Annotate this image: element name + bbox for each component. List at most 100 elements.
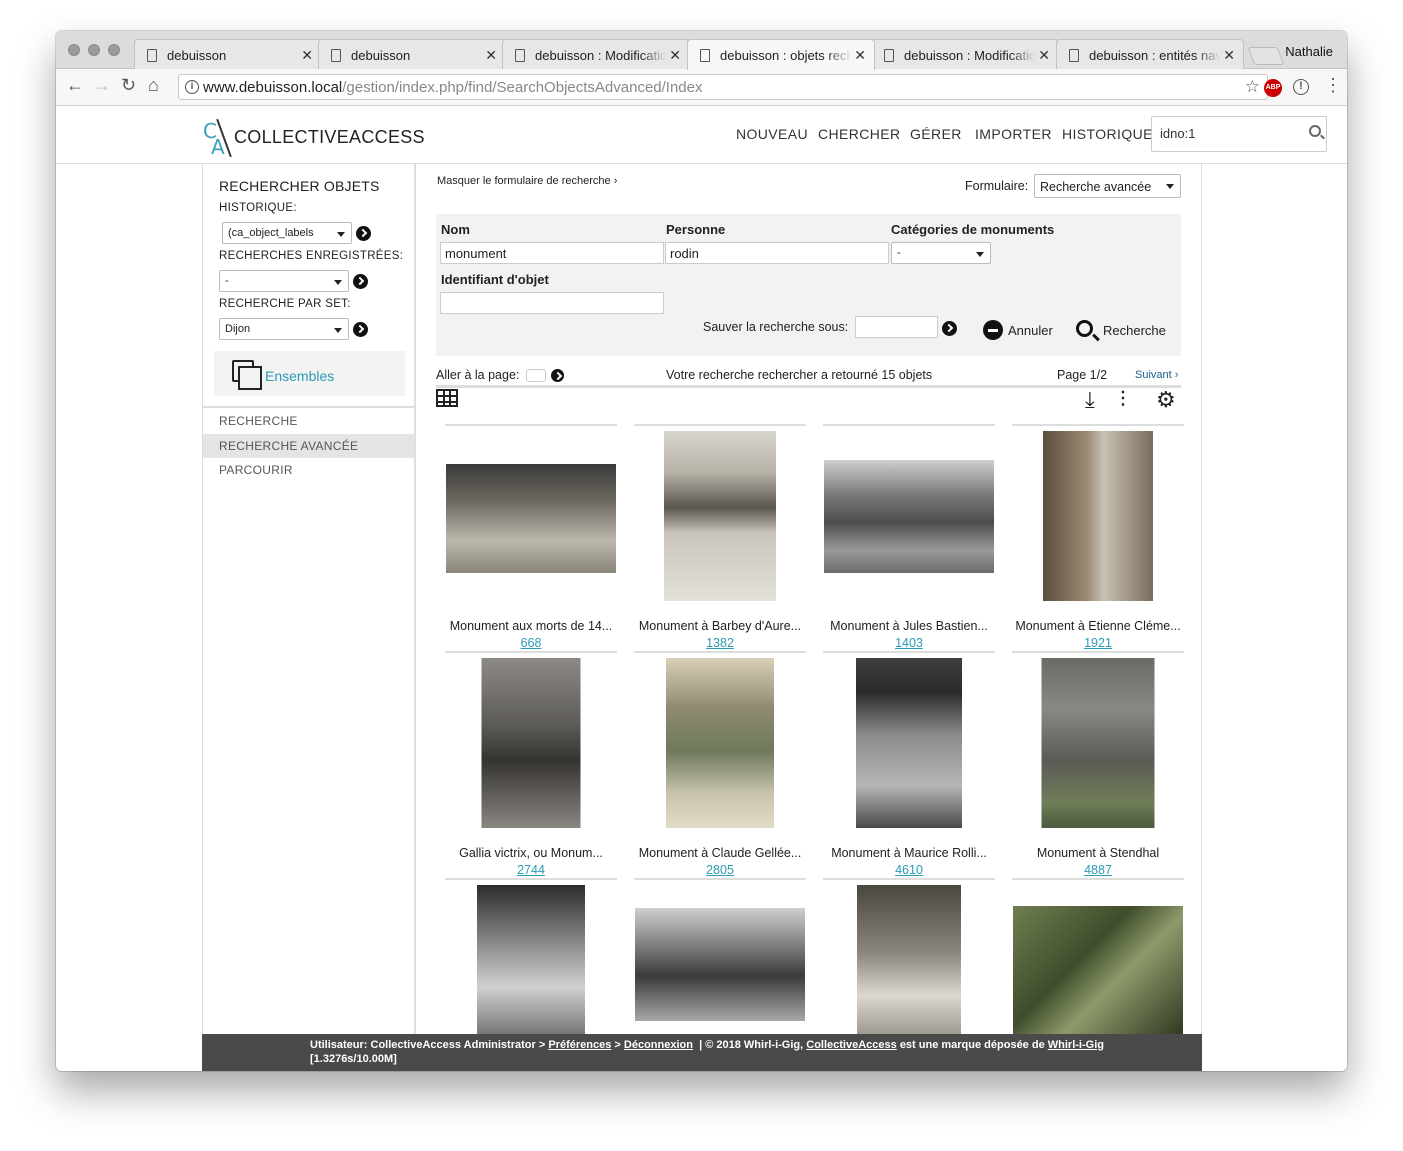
close-tab-icon[interactable]: ✕ (485, 47, 497, 64)
result-idno-link[interactable]: 4610 (823, 863, 995, 877)
set-select[interactable]: Dijon (219, 318, 349, 340)
ensembles-link[interactable]: Ensembles (214, 351, 405, 396)
identifiant-input[interactable] (440, 292, 664, 314)
result-idno-link[interactable]: 2744 (445, 863, 617, 877)
result-card[interactable]: Monument à Etienne Cléme... 1921 (1012, 424, 1184, 650)
result-card[interactable]: Monument à Claude Gellée... 2805 (634, 651, 806, 877)
close-tab-icon[interactable]: ✕ (1223, 47, 1235, 64)
result-thumbnail[interactable] (481, 658, 581, 828)
info-icon[interactable]: i (185, 80, 199, 94)
browser-tab[interactable]: debuisson ✕ (134, 39, 322, 70)
forward-arrow-icon[interactable]: → (93, 75, 111, 96)
nav-chercher[interactable]: CHERCHER (818, 126, 901, 142)
result-thumbnail[interactable] (1041, 658, 1155, 828)
grid-view-icon[interactable] (436, 389, 458, 407)
search-icon[interactable] (1309, 125, 1321, 137)
result-card[interactable]: Monument à Barbey d'Aure... 1382 (634, 424, 806, 650)
maximize-window-button[interactable] (108, 44, 120, 56)
result-thumbnail[interactable] (635, 908, 805, 1021)
result-thumbnail[interactable] (857, 885, 961, 1055)
close-tab-icon[interactable]: ✕ (669, 47, 681, 64)
gear-icon[interactable]: ⚙ (1156, 387, 1176, 413)
result-card[interactable]: Gallia victrix, ou Monum... 2744 (445, 651, 617, 877)
sidebar-item-parcourir[interactable]: PARCOURIR (203, 458, 415, 482)
result-thumbnail[interactable] (1043, 431, 1153, 601)
close-window-button[interactable] (68, 44, 80, 56)
cancel-icon[interactable] (983, 320, 1003, 340)
close-tab-icon[interactable]: ✕ (854, 47, 866, 64)
nom-input[interactable]: monument (440, 242, 664, 264)
sliders-icon[interactable]: ⫶ (1120, 387, 1126, 413)
personne-input[interactable]: rodin (665, 242, 889, 264)
result-thumbnail[interactable] (824, 460, 994, 573)
result-idno-link[interactable]: 668 (445, 636, 617, 650)
go-arrow-icon[interactable] (353, 274, 368, 289)
search-button[interactable]: Recherche (1103, 323, 1166, 338)
reload-icon[interactable]: ↻ (121, 75, 136, 96)
result-idno-link[interactable]: 1403 (823, 636, 995, 650)
result-title: Monument à Jules Bastien... (830, 619, 988, 633)
result-thumbnail[interactable] (1013, 906, 1183, 1034)
search-icon[interactable] (1076, 320, 1093, 337)
cancel-button[interactable]: Annuler (1008, 323, 1053, 338)
set-search-label: RECHERCHE PAR SET: (219, 298, 351, 310)
goto-page-input[interactable] (526, 369, 546, 382)
collectiveaccess-logo[interactable]: C A COLLECTIVEACCESS (201, 118, 425, 159)
result-thumbnail[interactable] (477, 885, 585, 1055)
saved-searches-select[interactable]: - (219, 270, 349, 292)
result-thumbnail[interactable] (664, 431, 776, 601)
next-page-link[interactable]: Suivant › (1135, 369, 1178, 381)
sidebar-item-recherche[interactable]: RECHERCHE (203, 409, 415, 433)
quick-search-input[interactable]: idno:1 (1151, 116, 1327, 152)
result-card[interactable]: Monument à Jules Bastien... 1403 (823, 424, 995, 650)
close-tab-icon[interactable]: ✕ (1038, 47, 1050, 64)
result-thumbnail[interactable] (666, 658, 774, 828)
new-tab-button[interactable] (1247, 47, 1285, 65)
browser-tab[interactable]: debuisson : entités nav ✕ (1056, 39, 1244, 70)
extension-icon[interactable]: ! (1293, 79, 1309, 95)
result-card[interactable]: Monument à Stendhal 4887 (1012, 651, 1184, 877)
logout-link[interactable]: Déconnexion (624, 1039, 693, 1051)
result-thumbnail[interactable] (446, 464, 616, 573)
hide-form-link[interactable]: Masquer le formulaire de recherche › (437, 175, 617, 187)
result-title: Monument aux morts de 14... (449, 619, 613, 633)
categories-select[interactable]: - (891, 242, 991, 264)
address-bar[interactable]: i www.debuisson.local/gestion/index.php/… (178, 74, 1268, 100)
nav-historique[interactable]: HISTORIQUE (1062, 126, 1153, 142)
go-arrow-icon[interactable] (942, 321, 957, 336)
collectiveaccess-link[interactable]: CollectiveAccess (806, 1039, 897, 1051)
result-idno-link[interactable]: 4887 (1012, 863, 1184, 877)
nav-importer[interactable]: IMPORTER (975, 126, 1052, 142)
nav-gerer[interactable]: GÉRER (910, 126, 962, 142)
browser-tab-active[interactable]: debuisson : objets rech ✕ (687, 39, 875, 70)
go-arrow-icon[interactable] (353, 322, 368, 337)
download-icon[interactable]: ⤓ (1085, 387, 1095, 413)
history-select[interactable]: (ca_object_labels (222, 222, 352, 244)
sidebar-item-recherche-avancee[interactable]: RECHERCHE AVANCÉE (203, 434, 415, 458)
profile-name[interactable]: Nathalie (1285, 44, 1333, 59)
browser-tab[interactable]: debuisson ✕ (318, 39, 506, 70)
home-icon[interactable]: ⌂ (148, 75, 159, 96)
minimize-window-button[interactable] (88, 44, 100, 56)
form-select[interactable]: Recherche avancée (1034, 174, 1181, 198)
menu-kebab-icon[interactable]: ⋮ (1324, 75, 1342, 96)
result-idno-link[interactable]: 1921 (1012, 636, 1184, 650)
adblock-icon[interactable]: ABP (1264, 79, 1282, 97)
nav-nouveau[interactable]: NOUVEAU (736, 126, 808, 142)
result-idno-link[interactable]: 1382 (634, 636, 806, 650)
go-arrow-icon[interactable] (551, 369, 564, 382)
whirligig-link[interactable]: Whirl-i-Gig (1048, 1039, 1104, 1051)
close-tab-icon[interactable]: ✕ (301, 47, 313, 64)
toolbar: ← → ↻ ⌂ i www.debuisson.local/gestion/in… (56, 69, 1347, 106)
browser-tab[interactable]: debuisson : Modificatio ✕ (502, 39, 690, 70)
result-card[interactable]: Monument à Maurice Rolli... 4610 (823, 651, 995, 877)
bookmark-star-icon[interactable]: ☆ (1245, 77, 1260, 97)
save-search-input[interactable] (855, 316, 938, 338)
result-card[interactable]: Monument aux morts de 14... 668 (445, 424, 617, 650)
result-idno-link[interactable]: 2805 (634, 863, 806, 877)
go-arrow-icon[interactable] (356, 226, 371, 241)
back-arrow-icon[interactable]: ← (66, 75, 84, 96)
result-thumbnail[interactable] (856, 658, 962, 828)
preferences-link[interactable]: Préférences (548, 1039, 611, 1051)
browser-tab[interactable]: debuisson : Modificatio ✕ (871, 39, 1059, 70)
